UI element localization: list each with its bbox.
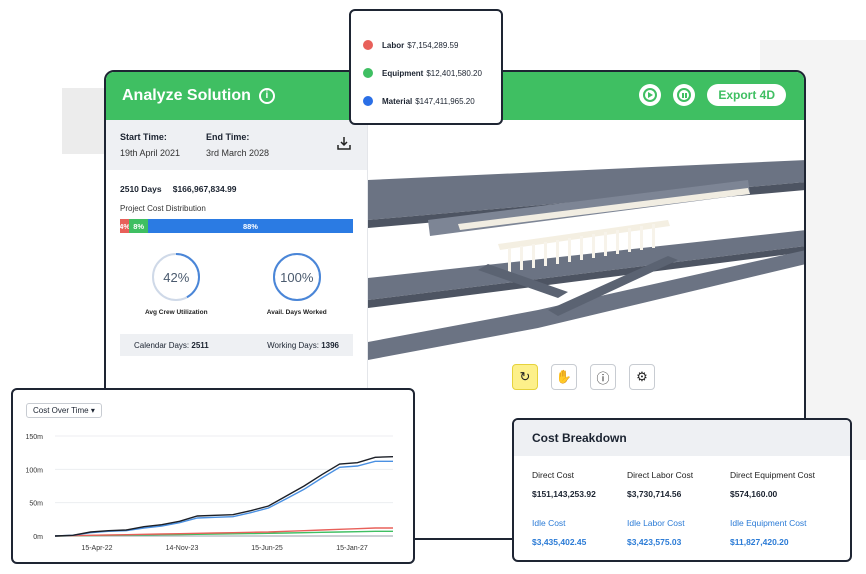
- working-days: Working Days: 1396: [267, 341, 339, 350]
- chart-select-label: Cost Over Time: [33, 406, 89, 415]
- y-tick-label: 50m: [29, 501, 43, 508]
- x-tick-label: 15-Apr-22: [81, 545, 112, 552]
- y-tick-label: 150m: [25, 434, 43, 441]
- legend-value: $7,154,289.59: [407, 40, 459, 50]
- play-icon: [643, 88, 658, 102]
- series-line: [54, 460, 393, 537]
- start-time-value: 19th April 2021: [120, 148, 181, 158]
- cost-distribution-bar: 4% 8% 88%: [119, 219, 353, 233]
- cost-value: $3,730,714.56: [627, 489, 682, 499]
- cost-value: $3,423,575.03: [627, 537, 682, 547]
- calendar-days-label: Calendar Days:: [134, 340, 190, 350]
- cost-item-direct: Direct Cost $151,143,253.92: [532, 470, 596, 499]
- distribution-segment: 4%: [119, 219, 130, 233]
- distribution-segment: 8%: [129, 219, 148, 233]
- cost-label: Direct Cost: [532, 470, 575, 480]
- cost-breakdown-title: Cost Breakdown: [514, 420, 850, 456]
- legend-value: $12,401,580.20: [426, 68, 482, 78]
- cost-label: Idle Cost: [532, 518, 566, 528]
- gauge-ring: 42%: [152, 253, 201, 301]
- chevron-down-icon: ▾: [90, 406, 95, 415]
- cost-label: Idle Equipment Cost: [730, 518, 807, 528]
- cost-item-idle[interactable]: Idle Cost $3,435,402.45: [532, 518, 586, 547]
- legend-item-equipment: Equipment $12,401,580.20: [363, 59, 501, 87]
- working-days-value: 1396: [321, 340, 339, 350]
- end-time-label: End Time:: [206, 132, 250, 142]
- legend-item-material: Material $147,411,965.20: [363, 87, 501, 115]
- cost-value: $574,160.00: [730, 489, 778, 499]
- working-days-label: Working Days:: [267, 340, 319, 350]
- cost-label: Direct Equipment Cost: [730, 470, 816, 480]
- cost-item-idle-labor[interactable]: Idle Labor Cost $3,423,575.03: [627, 518, 685, 547]
- y-tick-label: 0m: [33, 534, 43, 541]
- header-controls: Export 4D: [639, 84, 786, 106]
- x-tick-label: 15-Jan-27: [336, 545, 368, 552]
- cost-value: $3,435,402.45: [532, 537, 587, 547]
- legend-value: $147,411,965.20: [415, 96, 475, 106]
- pause-icon: [677, 88, 692, 102]
- viewport-toolbar: ↻ ✋ ⓘ ⚙: [512, 364, 655, 390]
- distribution-label: Project Cost Distribution: [120, 204, 206, 213]
- gauges: 42% Avg Crew Utilization 100% Avail. Day…: [106, 253, 367, 316]
- gauge-days-worked: 100% Avail. Days Worked: [247, 253, 347, 316]
- cost-breakdown-grid: Direct Cost $151,143,253.92 Direct Labor…: [514, 456, 850, 560]
- download-icon[interactable]: [337, 136, 351, 150]
- chart-type-select[interactable]: Cost Over Time ▾: [26, 403, 102, 418]
- cost-over-time-card: 150m 100m 50m 0m 15-Apr-22 14-Nov-23 15-Jun-25…: [11, 388, 415, 564]
- legend-dot: [363, 68, 373, 78]
- redo-icon[interactable]: ↻: [512, 364, 538, 390]
- export-4d-button[interactable]: Export 4D: [707, 84, 786, 106]
- duration-days: 2510 Days: [120, 184, 162, 194]
- time-range: Start Time: 19th April 2021 End Time: 3r…: [106, 120, 367, 170]
- window-title: Analyze Solution: [122, 87, 251, 104]
- x-tick-label: 14-Nov-23: [166, 545, 199, 552]
- cost-summary: 2510 Days $166,967,834.99 Project Cost D…: [106, 170, 367, 233]
- legend-name: Material: [382, 96, 413, 106]
- cost-item-direct-labor: Direct Labor Cost $3,730,714.56: [627, 470, 693, 499]
- end-time-value: 3rd March 2028: [206, 148, 270, 158]
- hand-icon[interactable]: ✋: [551, 364, 577, 390]
- gauge-crew-utilization: 42% Avg Crew Utilization: [126, 253, 226, 316]
- gauge-label: Avg Crew Utilization: [144, 309, 208, 316]
- cost-label: Direct Labor Cost: [627, 470, 694, 480]
- start-time: Start Time: 19th April 2021: [120, 132, 180, 158]
- legend-dot: [363, 40, 373, 50]
- y-tick-label: 100m: [25, 467, 43, 474]
- play-button[interactable]: [639, 84, 662, 106]
- cost-value: $151,143,253.92: [532, 489, 596, 499]
- cost-value: $11,827,420.20: [730, 537, 789, 547]
- days-summary: Calendar Days: 2511 Working Days: 1396: [120, 334, 353, 356]
- x-tick-label: 15-Jun-25: [251, 545, 283, 552]
- info-icon[interactable]: i: [258, 88, 275, 104]
- cost-label: Idle Labor Cost: [627, 518, 685, 528]
- start-time-label: Start Time:: [120, 132, 167, 142]
- pause-button[interactable]: [673, 84, 696, 106]
- gauge-label: Avail. Days Worked: [266, 309, 327, 316]
- legend-name: Labor: [382, 40, 405, 50]
- cost-breakdown-card: Cost Breakdown Direct Cost $151,143,253.…: [512, 418, 852, 562]
- info-icon[interactable]: ⓘ: [590, 364, 616, 390]
- calendar-days: Calendar Days: 2511: [134, 341, 209, 350]
- legend-item-labor: Labor $7,154,289.59: [363, 31, 501, 59]
- calendar-days-value: 2511: [191, 340, 209, 350]
- bridge-model-render: [368, 160, 804, 360]
- cost-item-direct-equipment: Direct Equipment Cost $574,160.00: [730, 470, 815, 499]
- gauge-arc: [272, 253, 321, 301]
- distribution-segment: 88%: [147, 219, 353, 233]
- gauge-arc: [152, 253, 201, 301]
- legend-name: Equipment: [382, 68, 424, 78]
- cost-item-idle-equipment[interactable]: Idle Equipment Cost $11,827,420.20: [730, 518, 807, 547]
- series-line: [54, 456, 394, 537]
- cost-legend-popup: Labor $7,154,289.59 Equipment $12,401,58…: [349, 9, 503, 125]
- gauge-ring: 100%: [272, 253, 321, 301]
- legend-dot: [363, 96, 373, 106]
- end-time: End Time: 3rd March 2028: [206, 132, 269, 158]
- total-cost: $166,967,834.99: [172, 184, 237, 194]
- settings-icon[interactable]: ⚙: [629, 364, 655, 390]
